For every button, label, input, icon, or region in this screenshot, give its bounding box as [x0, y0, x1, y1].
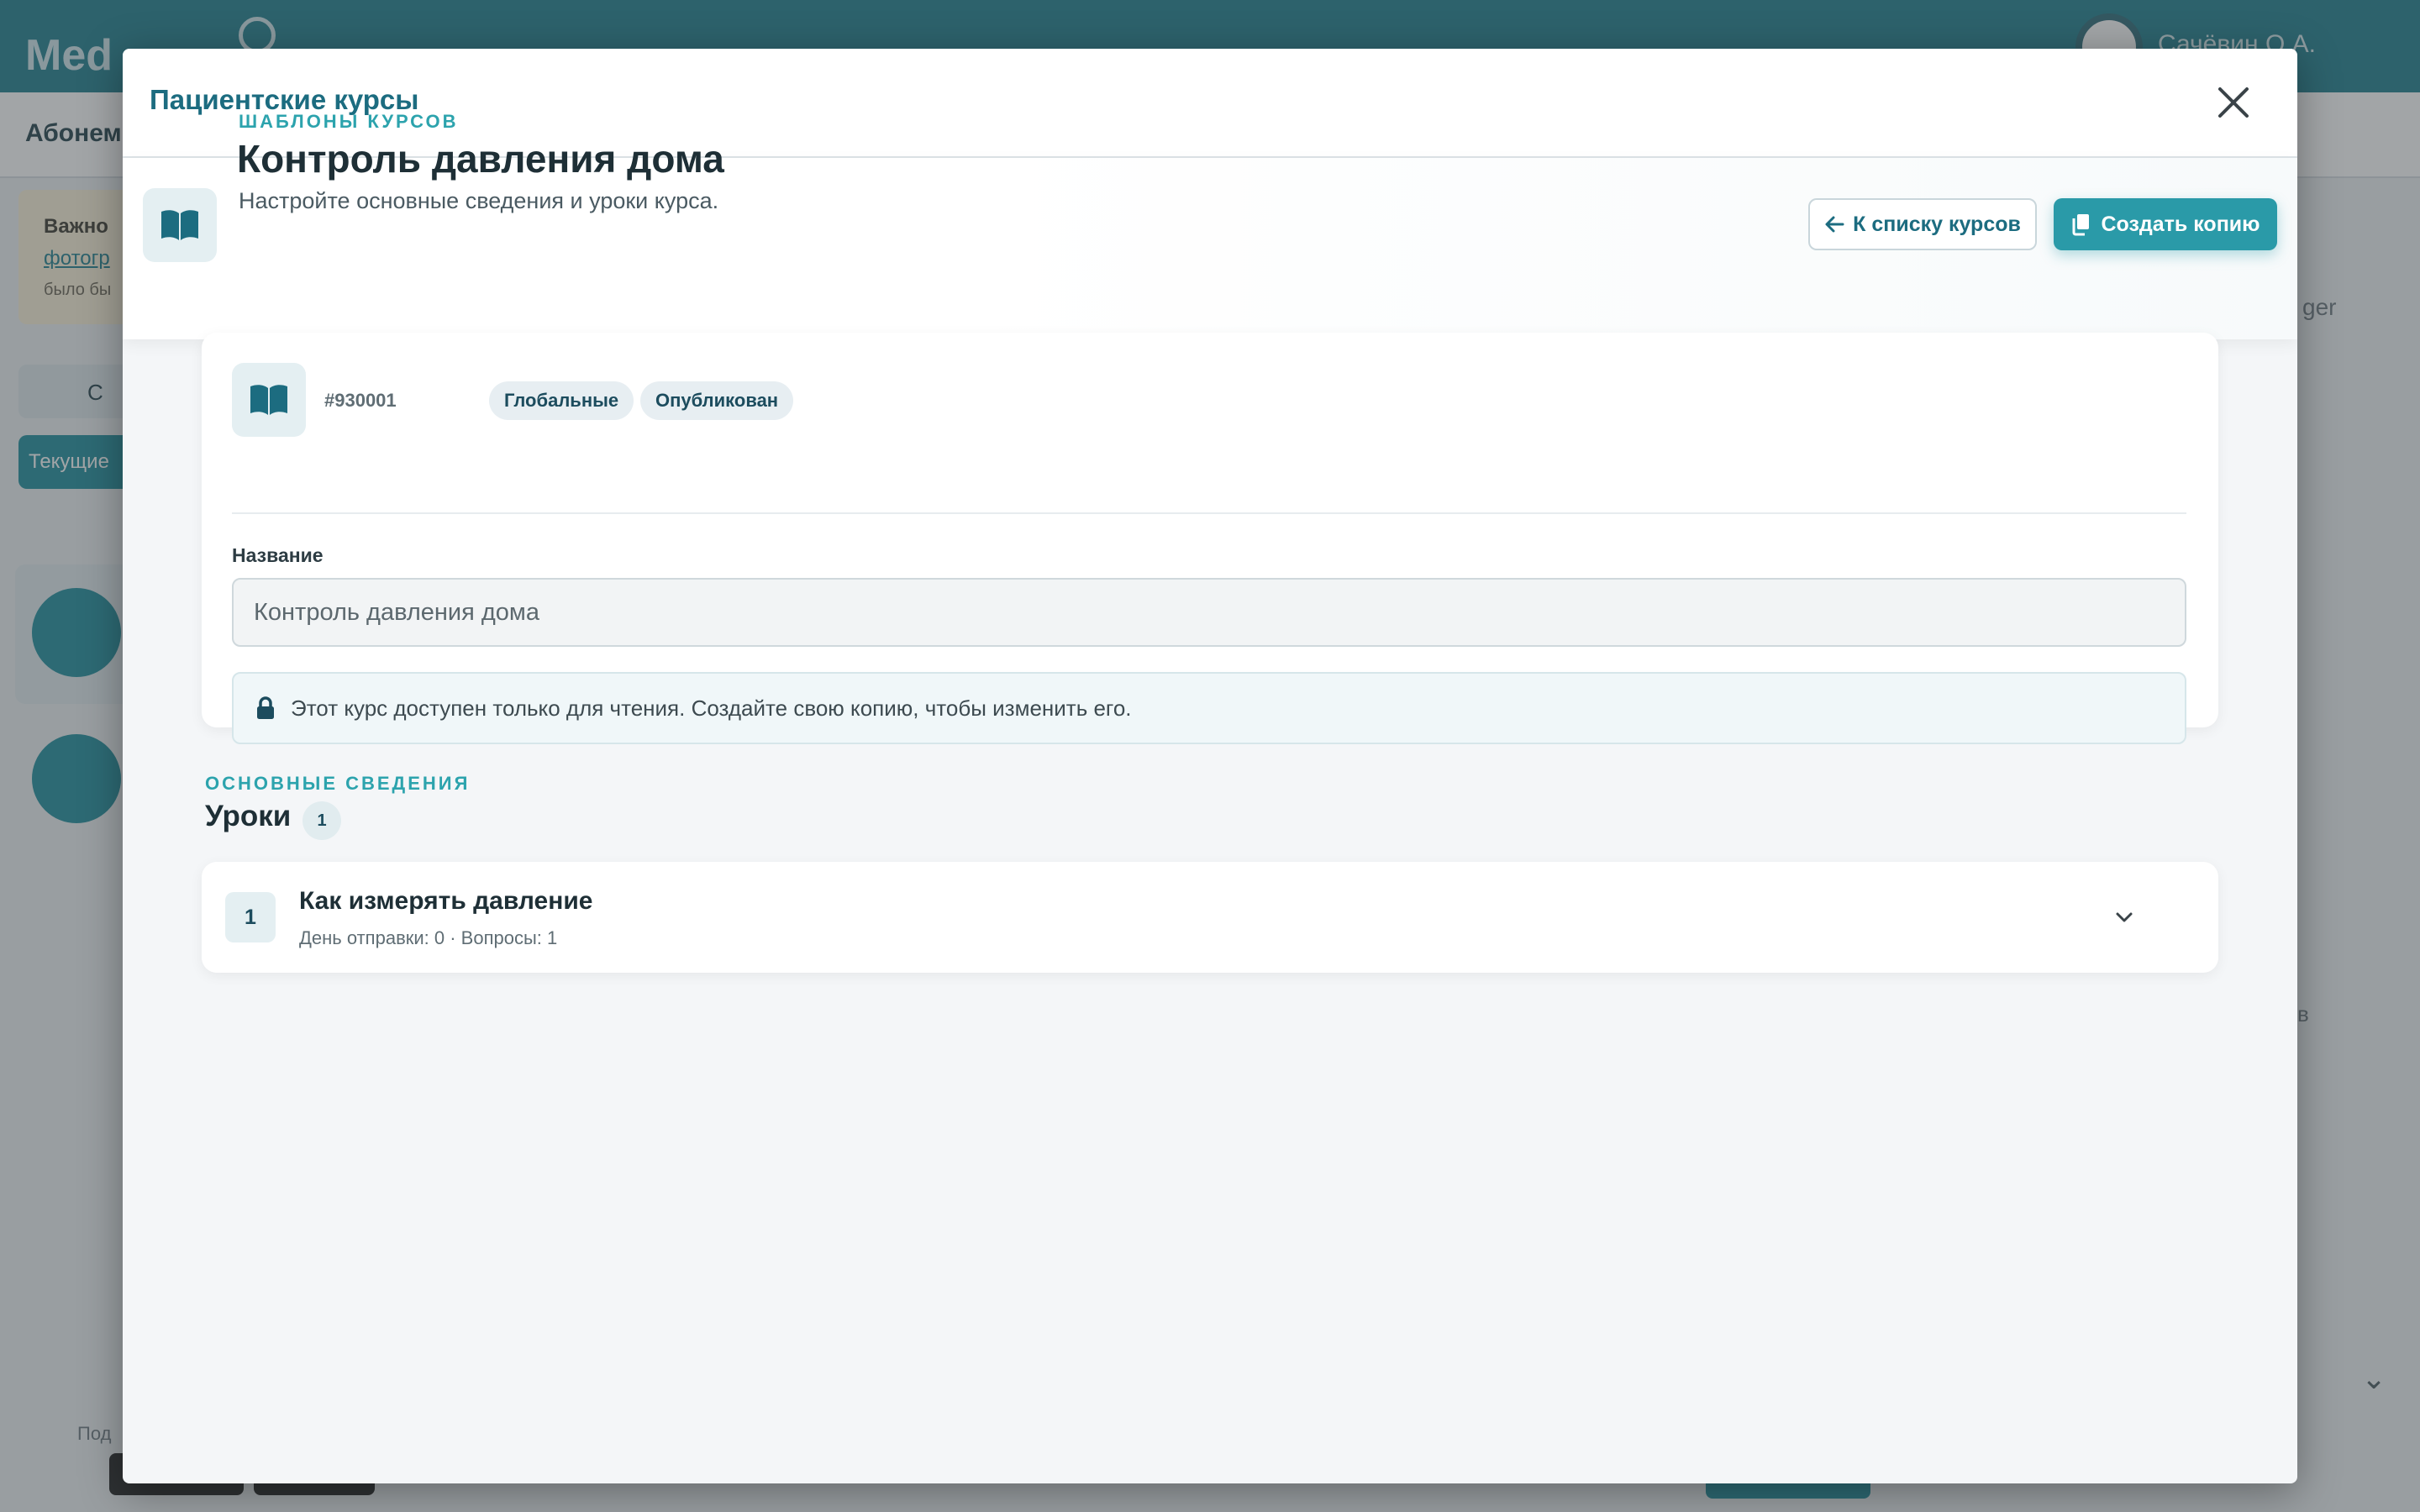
lesson-item[interactable]: 1 Как измерять давление День отправки: 0… — [202, 862, 2218, 973]
readonly-notice-text: Этот курс доступен только для чтения. Со… — [291, 695, 1132, 721]
close-icon — [2218, 87, 2249, 118]
close-button[interactable] — [2212, 81, 2255, 124]
create-copy-label: Создать копию — [2101, 212, 2260, 236]
lessons-section-title: Уроки — [205, 800, 292, 832]
patient-courses-modal: Пациентские курсы ШАБЛОНЫ КУРСОВ Контрол… — [123, 49, 2297, 1483]
lessons-count-badge: 1 — [302, 801, 341, 840]
lesson-number: 1 — [225, 892, 276, 942]
lesson-meta: День отправки: 0 · Вопросы: 1 — [299, 927, 558, 948]
create-copy-button[interactable]: Создать копию — [2054, 198, 2277, 250]
page-title: Контроль давления дома — [237, 137, 724, 181]
book-icon — [143, 188, 217, 262]
scope-badge: Глобальные — [489, 381, 634, 420]
lesson-title: Как измерять давление — [299, 887, 593, 915]
book-icon — [232, 363, 306, 437]
course-info-card: #930001 Глобальные Опубликован Название … — [202, 333, 2218, 744]
name-field-label: Название — [232, 544, 324, 566]
back-to-list-button[interactable]: К списку курсов — [1808, 198, 2037, 250]
readonly-notice: Этот курс доступен только для чтения. Со… — [232, 672, 2186, 744]
page-subtitle: Настройте основные сведения и уроки курс… — [239, 188, 719, 213]
chevron-down-icon[interactable] — [2109, 902, 2139, 932]
back-to-list-label: К списку курсов — [1853, 212, 2021, 236]
course-id: #930001 — [324, 390, 397, 411]
status-badge: Опубликован — [640, 381, 794, 420]
arrow-left-icon — [1825, 216, 1844, 233]
page-eyebrow: ШАБЛОНЫ КУРСОВ — [239, 111, 459, 132]
lessons-section-eyebrow: ОСНОВНЫЕ СВЕДЕНИЯ — [205, 773, 471, 794]
copy-icon — [2072, 214, 2090, 236]
divider — [232, 512, 2186, 514]
course-name-input[interactable] — [232, 578, 2186, 647]
lock-icon — [257, 696, 274, 719]
